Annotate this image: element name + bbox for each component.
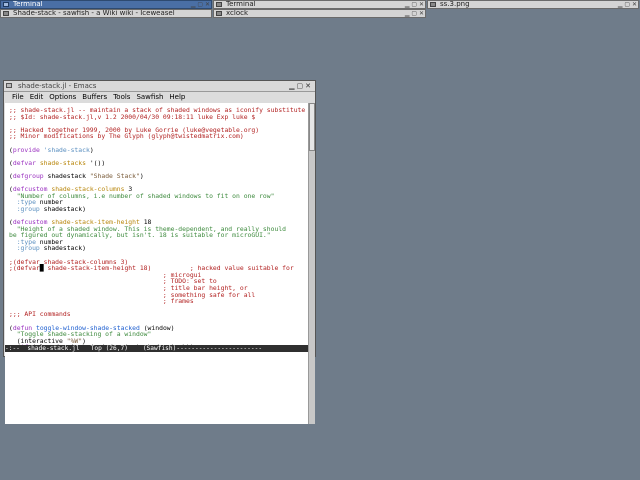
- code-token: shadestack: [43, 171, 90, 180]
- menu-edit[interactable]: Edit: [30, 93, 44, 101]
- code-token: shadestack): [39, 244, 86, 253]
- window-title: ss.3.png: [440, 0, 470, 8]
- code-token: ;;; API commands: [9, 310, 71, 319]
- code-token: ): [89, 145, 94, 154]
- code-token: shadestack): [39, 204, 86, 213]
- code-line: (defgroup shadestack "Shade Stack"): [9, 172, 144, 180]
- window-title: Terminal: [226, 0, 256, 8]
- window-menu-icon[interactable]: [3, 2, 9, 7]
- code-token: ; frames: [9, 297, 194, 306]
- scrollbar-thumb[interactable]: [309, 103, 315, 151]
- window-menu-icon[interactable]: [216, 2, 222, 7]
- emacs-scrollbar[interactable]: [308, 103, 315, 424]
- code-token: shade-stacks: [39, 158, 86, 167]
- code-token: defvar: [12, 158, 36, 167]
- code-line: ;; $Id: shade-stack.jl,v 1.2 2000/04/30 …: [9, 113, 255, 121]
- code-token: :group: [9, 244, 40, 253]
- code-line: :group shadestack): [9, 244, 86, 252]
- code-token: defgroup: [12, 171, 44, 180]
- code-editor[interactable]: ;; shade-stack.jl -- maintain a stack of…: [9, 107, 305, 351]
- emacs-title: shade-stack.jl - Emacs: [18, 82, 97, 90]
- menu-help[interactable]: Help: [169, 93, 185, 101]
- taskbar-image-viewer[interactable]: ss.3.png ▁ ▢ ✕: [427, 0, 639, 9]
- code-line: (provide 'shade-stack): [9, 146, 94, 154]
- code-line: ;; Minor modifications by The Glyph (gly…: [9, 132, 244, 140]
- window-controls[interactable]: ▁▢✕: [289, 82, 313, 90]
- taskbar-xclock[interactable]: xclock ▁ ▢ ✕: [213, 9, 426, 18]
- code-token: 'shade-stack: [43, 145, 90, 154]
- emacs-menubar: File Edit Options Buffers Tools Sawfish Help: [4, 92, 315, 103]
- window-title: xclock: [226, 9, 248, 17]
- window-menu-icon[interactable]: [3, 11, 9, 16]
- window-buttons[interactable]: ▁ ▢ ✕: [405, 1, 424, 8]
- emacs-window[interactable]: shade-stack.jl - Emacs ▁▢✕ File Edit Optio…: [3, 80, 316, 424]
- code-token: "Shade Stack": [89, 171, 140, 180]
- menu-options[interactable]: Options: [49, 93, 76, 101]
- taskbar-terminal-1[interactable]: Terminal ▁ ▢ ✕: [0, 0, 212, 9]
- code-token: ;; Minor modifications by The Glyph (gly…: [9, 132, 244, 141]
- menu-file[interactable]: File: [12, 93, 24, 101]
- code-line: ;;; API commands: [9, 310, 71, 318]
- window-menu-icon[interactable]: [6, 83, 12, 88]
- emacs-titlebar[interactable]: shade-stack.jl - Emacs ▁▢✕: [4, 81, 315, 92]
- menu-sawfish[interactable]: Sawfish: [136, 93, 163, 101]
- code-token: ;; $Id: shade-stack.jl,v 1.2 2000/04/30 …: [9, 112, 256, 121]
- code-line: :group shadestack): [9, 205, 86, 213]
- emacs-modeline: -:-- shade-stack.jl Top (26,7) (Sawfish)…: [5, 345, 308, 352]
- menu-tools[interactable]: Tools: [113, 93, 130, 101]
- emacs-minibuffer[interactable]: [5, 352, 308, 356]
- code-token: ): [139, 171, 144, 180]
- window-menu-icon[interactable]: [216, 11, 222, 16]
- code-token: '()): [85, 158, 106, 167]
- menu-buffers[interactable]: Buffers: [82, 93, 107, 101]
- code-line: ; frames: [9, 297, 194, 305]
- taskbar-terminal-2[interactable]: Terminal ▁ ▢ ✕: [213, 0, 426, 9]
- window-title: Terminal: [13, 0, 43, 8]
- window-buttons[interactable]: ▁ ▢ ✕: [405, 10, 424, 17]
- window-menu-icon[interactable]: [430, 2, 436, 7]
- window-title: Shade-stack - sawfish - a Wiki wiki - Ic…: [13, 9, 175, 17]
- taskbar-iceweasel[interactable]: Shade-stack - sawfish - a Wiki wiki - Ic…: [0, 9, 212, 18]
- window-buttons[interactable]: ▁ ▢ ✕: [618, 1, 637, 8]
- code-token: :group: [9, 204, 40, 213]
- code-line: (defvar shade-stacks '()): [9, 159, 105, 167]
- code-token: provide: [12, 145, 40, 154]
- window-buttons[interactable]: ▁ ▢ ✕: [191, 1, 210, 8]
- emacs-buffer[interactable]: ;; shade-stack.jl -- maintain a stack of…: [5, 103, 308, 424]
